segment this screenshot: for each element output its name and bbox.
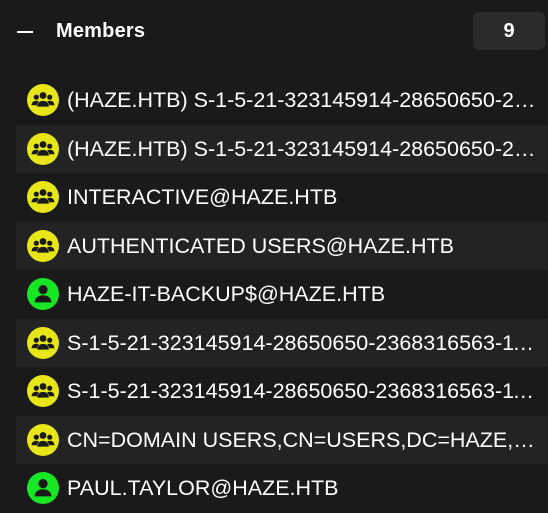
user-icon xyxy=(27,472,59,504)
member-label: AUTHENTICATED USERS@HAZE.HTB xyxy=(67,233,454,258)
group-icon xyxy=(27,84,59,116)
collapse-icon[interactable] xyxy=(12,14,38,48)
group-icon xyxy=(27,375,59,407)
members-section-header[interactable]: Members 9 xyxy=(0,8,548,56)
member-label: HAZE-IT-BACKUP$@HAZE.HTB xyxy=(67,282,386,306)
section-title: Members xyxy=(56,20,146,42)
member-label: S-1-5-21-323145914-28650650-2368316563-1… xyxy=(67,379,544,403)
member-label: (HAZE.HTB) S-1-5-21-323145914-28650650-2… xyxy=(67,88,544,112)
members-panel: Members 9 (HAZE.HTB) S-1-5-21-323145914-… xyxy=(0,0,548,507)
member-row[interactable]: CN=DOMAIN USERS,CN=USERS,DC=HAZE,DC=HTB xyxy=(16,415,548,464)
user-icon xyxy=(27,278,59,310)
member-row[interactable]: AUTHENTICATED USERS@HAZE.HTB xyxy=(16,221,548,270)
group-icon xyxy=(27,229,59,262)
member-label: (HAZE.HTB) S-1-5-21-323145914-28650650-2… xyxy=(67,136,544,161)
member-row[interactable]: (HAZE.HTB) S-1-5-21-323145914-28650650-2… xyxy=(16,76,548,125)
member-label: PAUL.TAYLOR@HAZE.HTB xyxy=(67,476,339,500)
member-row[interactable]: INTERACTIVE@HAZE.HTB xyxy=(16,173,548,222)
member-row[interactable]: (HAZE.HTB) S-1-5-21-323145914-28650650-2… xyxy=(16,124,548,173)
group-icon xyxy=(27,423,59,456)
member-row[interactable]: HAZE-IT-BACKUP$@HAZE.HTB xyxy=(16,270,548,319)
group-icon xyxy=(27,181,59,213)
group-icon xyxy=(27,132,59,165)
member-count-badge: 9 xyxy=(473,12,545,50)
member-label: S-1-5-21-323145914-28650650-2368316563-1… xyxy=(67,330,544,355)
member-row[interactable]: S-1-5-21-323145914-28650650-2368316563-1… xyxy=(16,318,548,367)
member-row[interactable]: PAUL.TAYLOR@HAZE.HTB xyxy=(16,464,548,513)
member-label: CN=DOMAIN USERS,CN=USERS,DC=HAZE,DC=HTB xyxy=(67,427,544,452)
member-list: (HAZE.HTB) S-1-5-21-323145914-28650650-2… xyxy=(16,76,548,513)
member-label: INTERACTIVE@HAZE.HTB xyxy=(67,185,338,209)
group-icon xyxy=(27,326,59,359)
member-row[interactable]: S-1-5-21-323145914-28650650-2368316563-1… xyxy=(16,367,548,416)
